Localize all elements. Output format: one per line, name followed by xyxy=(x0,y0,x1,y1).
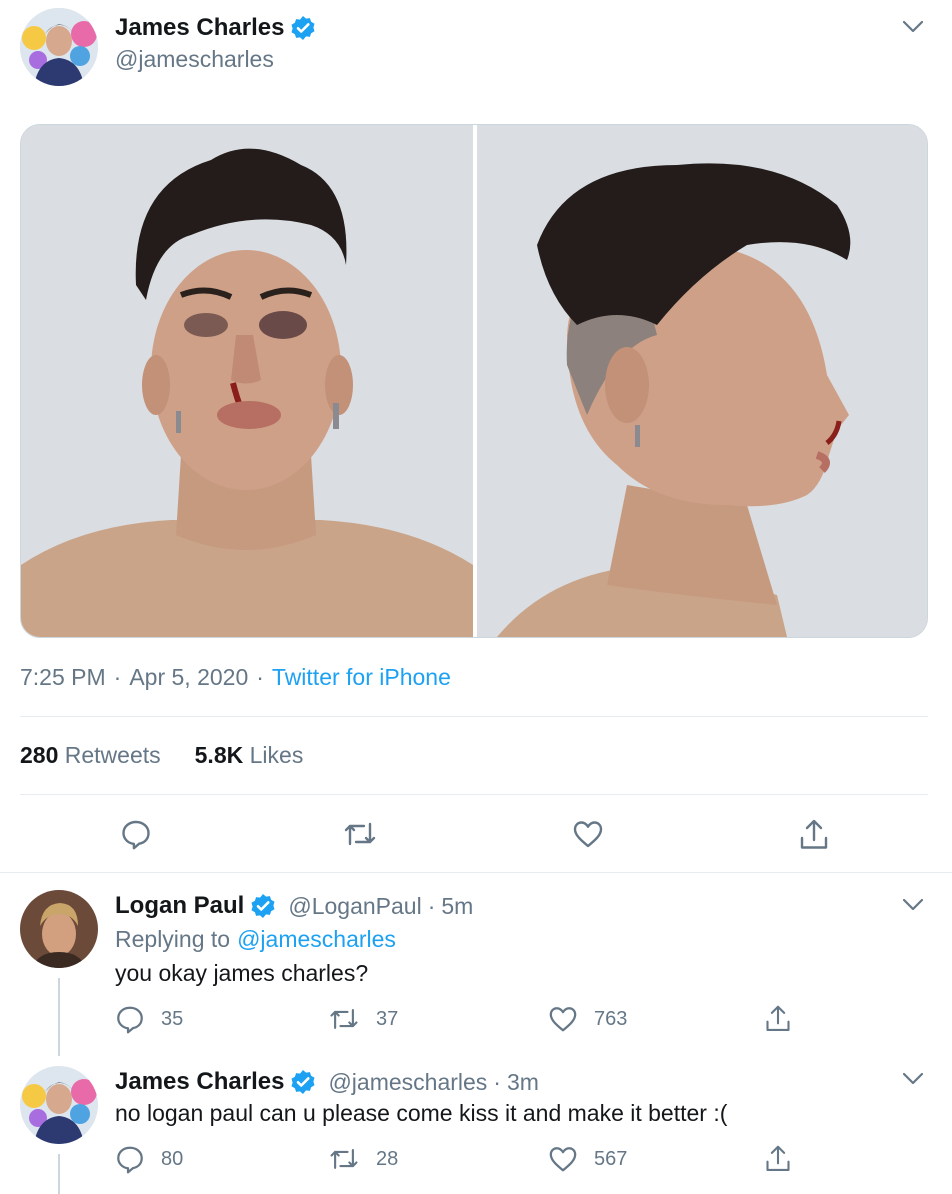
reply-icon[interactable] xyxy=(115,1144,145,1174)
retweets-count: 280 xyxy=(20,742,59,768)
reply-text: you okay james charles? xyxy=(115,960,369,986)
separator: · xyxy=(256,664,264,690)
retweet-icon[interactable] xyxy=(328,1004,360,1034)
retweets-stat[interactable]: 280 Retweets xyxy=(20,742,161,769)
tweet-time[interactable]: 7:25 PM xyxy=(20,664,106,691)
heart-icon[interactable] xyxy=(548,1144,578,1174)
reply-count: 35 xyxy=(161,1007,184,1030)
chevron-down-icon[interactable] xyxy=(902,1072,924,1091)
heart-icon[interactable] xyxy=(548,1004,578,1034)
reply-icon[interactable] xyxy=(115,1004,145,1034)
tweet-media[interactable] xyxy=(20,124,928,638)
replying-to-label: Replying to xyxy=(115,926,231,952)
tweet-photo-profile[interactable] xyxy=(477,125,927,637)
retweets-label: Retweets xyxy=(64,742,161,768)
reply-avatar[interactable] xyxy=(20,890,98,968)
author-avatar[interactable] xyxy=(20,8,98,86)
reply-time[interactable]: 5m xyxy=(441,893,473,920)
likes-stat[interactable]: 5.8K Likes xyxy=(195,742,304,769)
likes-label: Likes xyxy=(249,742,304,768)
reply-count: 80 xyxy=(161,1147,184,1170)
reply-avatar[interactable] xyxy=(20,1066,98,1144)
likes-count: 5.8K xyxy=(194,742,244,768)
like-count: 763 xyxy=(594,1007,628,1030)
verified-badge-icon xyxy=(290,1069,316,1095)
separator: · xyxy=(493,1068,501,1095)
thread-line xyxy=(58,978,60,1056)
author-name[interactable]: James Charles xyxy=(115,14,284,42)
separator: · xyxy=(427,892,436,919)
reply-author-handle[interactable]: @LoganPaul xyxy=(288,893,421,920)
like-count: 567 xyxy=(594,1147,628,1170)
verified-badge-icon xyxy=(290,15,316,41)
tweet-source[interactable]: Twitter for iPhone xyxy=(272,664,451,691)
verified-badge-icon xyxy=(250,893,276,919)
retweet-icon[interactable] xyxy=(342,818,378,855)
retweet-icon[interactable] xyxy=(328,1144,360,1174)
reply-author-handle[interactable]: @jamescharles xyxy=(328,1069,487,1096)
retweet-count: 28 xyxy=(376,1147,399,1170)
share-icon[interactable] xyxy=(798,818,830,857)
tweet-date[interactable]: Apr 5, 2020 xyxy=(129,664,248,691)
retweet-count: 37 xyxy=(376,1007,399,1030)
chevron-down-icon[interactable] xyxy=(902,898,924,917)
heart-icon[interactable] xyxy=(572,818,604,855)
chevron-down-icon[interactable] xyxy=(902,20,924,39)
share-icon[interactable] xyxy=(764,1003,792,1035)
tweet-photo-front[interactable] xyxy=(21,125,473,637)
reply-author-name[interactable]: Logan Paul xyxy=(115,892,244,920)
reply-author-name[interactable]: James Charles xyxy=(115,1068,284,1096)
reply-time[interactable]: 3m xyxy=(507,1069,539,1096)
thread-line xyxy=(58,1154,60,1194)
separator: · xyxy=(113,664,122,690)
author-handle[interactable]: @jamescharles xyxy=(115,46,274,73)
replying-to-link[interactable]: @jamescharles xyxy=(237,926,396,953)
reply-icon[interactable] xyxy=(120,818,152,855)
reply-text: no logan paul can u please come kiss it … xyxy=(115,1100,728,1126)
share-icon[interactable] xyxy=(764,1143,792,1175)
